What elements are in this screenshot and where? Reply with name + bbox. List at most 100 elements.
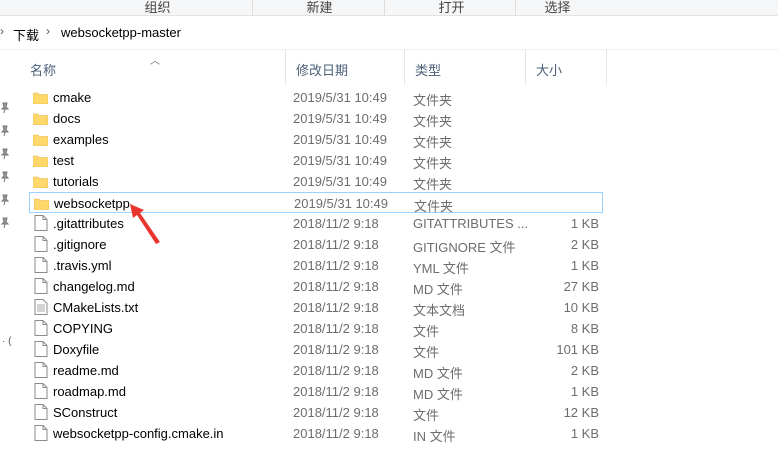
file-name[interactable]: websocketpp-config.cmake.in <box>53 426 224 441</box>
folder-icon <box>33 155 48 167</box>
file-row-changelog-md[interactable]: changelog.md 2018/11/2 9:18 MD 文件 27 KB <box>29 276 603 297</box>
file-type: 文件夹 <box>413 93 453 108</box>
file-name[interactable]: COPYING <box>53 321 113 336</box>
chevron-right-icon[interactable]: › <box>46 24 50 38</box>
column-header-type[interactable]: 类型 <box>405 50 526 85</box>
file-modified-date: 2018/11/2 9:18 <box>293 363 379 378</box>
file-name[interactable]: test <box>53 153 74 168</box>
file-row-sconstruct[interactable]: SConstruct 2018/11/2 9:18 文件 12 KB <box>29 402 603 423</box>
file-name[interactable]: tutorials <box>53 174 99 189</box>
column-header-row: 名称 修改日期 类型 大小 <box>0 50 778 85</box>
text-document-icon <box>34 299 48 315</box>
file-row-websocketpp-config-cmake-in[interactable]: websocketpp-config.cmake.in 2018/11/2 9:1… <box>29 423 603 444</box>
file-modified-date: 2019/5/31 10:49 <box>294 196 388 211</box>
nav-item-fragment-icon: · ( <box>2 336 12 347</box>
file-size: 10 KB <box>563 300 599 315</box>
file-name[interactable]: .travis.yml <box>53 258 112 273</box>
file-icon <box>34 362 48 378</box>
file-type: MD 文件 <box>413 366 463 381</box>
pin-icon[interactable] <box>0 125 10 137</box>
ribbon-group-open[interactable]: 打开 <box>424 0 479 15</box>
file-name[interactable]: .gitattributes <box>53 216 124 231</box>
file-type: 文件 <box>413 324 440 339</box>
file-modified-date: 2018/11/2 9:18 <box>293 405 379 420</box>
file-name[interactable]: changelog.md <box>53 279 135 294</box>
ribbon-divider <box>252 0 253 15</box>
file-modified-date: 2018/11/2 9:18 <box>293 426 379 441</box>
column-header-size[interactable]: 大小 <box>526 50 607 85</box>
file-icon <box>34 425 48 441</box>
file-row-test[interactable]: test 2019/5/31 10:49 文件夹 <box>29 150 603 171</box>
pin-icon[interactable] <box>0 171 10 183</box>
folder-icon <box>33 92 48 104</box>
file-modified-date: 2019/5/31 10:49 <box>293 90 387 105</box>
file-modified-date: 2019/5/31 10:49 <box>293 174 387 189</box>
file-name[interactable]: readme.md <box>53 363 119 378</box>
breadcrumb-downloads[interactable]: 下载 <box>13 25 39 44</box>
file-row-travis-yml[interactable]: .travis.yml 2018/11/2 9:18 YML 文件 1 KB <box>29 255 603 276</box>
file-size: 12 KB <box>563 405 599 420</box>
pin-icon[interactable] <box>0 217 10 229</box>
file-row-readme-md[interactable]: readme.md 2018/11/2 9:18 MD 文件 2 KB <box>29 360 603 381</box>
file-type: 文件夹 <box>413 177 453 192</box>
file-row-docs[interactable]: docs 2019/5/31 10:49 文件夹 <box>29 108 603 129</box>
file-name[interactable]: roadmap.md <box>53 384 126 399</box>
breadcrumb-current-folder[interactable]: websocketpp-master <box>61 25 181 40</box>
file-row-gitignore[interactable]: .gitignore 2018/11/2 9:18 GITIGNORE 文件 2 KB <box>29 234 603 255</box>
file-type: GITATTRIBUTES ... <box>413 216 529 231</box>
file-icon <box>34 320 48 336</box>
pin-icon[interactable] <box>0 194 10 206</box>
file-name[interactable]: examples <box>53 132 109 147</box>
column-header-name-label: 名称 <box>30 63 57 78</box>
file-type: 文件夹 <box>413 114 453 129</box>
file-modified-date: 2018/11/2 9:18 <box>293 279 379 294</box>
pin-icon[interactable] <box>0 148 10 160</box>
file-modified-date: 2019/5/31 10:49 <box>293 153 387 168</box>
file-row-examples[interactable]: examples 2019/5/31 10:49 文件夹 <box>29 129 603 150</box>
file-row-cmake[interactable]: cmake 2019/5/31 10:49 文件夹 <box>29 87 603 108</box>
folder-icon <box>33 134 48 146</box>
file-row-websocketpp[interactable]: websocketpp 2019/5/31 10:49 文件夹 <box>29 192 603 214</box>
file-row-roadmap-md[interactable]: roadmap.md 2018/11/2 9:18 MD 文件 1 KB <box>29 381 603 402</box>
folder-icon <box>33 176 48 188</box>
file-size: 1 KB <box>570 426 599 441</box>
file-type: 文件夹 <box>413 156 453 171</box>
file-size: 1 KB <box>570 216 599 231</box>
pin-icon[interactable] <box>0 102 10 114</box>
file-size: 2 KB <box>570 363 599 378</box>
breadcrumb[interactable]: › 下载 › websocketpp-master <box>0 16 778 50</box>
file-modified-date: 2018/11/2 9:18 <box>293 216 379 231</box>
ribbon-group-new[interactable]: 新建 <box>292 0 347 15</box>
file-row-cmakelists-txt[interactable]: CMakeLists.txt 2018/11/2 9:18 文本文档 10 KB <box>29 297 603 318</box>
file-row-copying[interactable]: COPYING 2018/11/2 9:18 文件 8 KB <box>29 318 603 339</box>
navigation-pane[interactable]: · ( <box>0 50 20 474</box>
column-header-date-label: 修改日期 <box>296 63 349 78</box>
ribbon-divider <box>384 0 385 15</box>
ribbon-group-select[interactable]: 选择 <box>530 0 585 15</box>
file-row-gitattributes[interactable]: .gitattributes 2018/11/2 9:18 GITATTRIBUTE… <box>29 213 603 234</box>
file-size: 27 KB <box>563 279 599 294</box>
file-row-doxyfile[interactable]: Doxyfile 2018/11/2 9:18 文件 101 KB <box>29 339 603 360</box>
file-name[interactable]: SConstruct <box>53 405 117 420</box>
file-modified-date: 2018/11/2 9:18 <box>293 384 379 399</box>
file-name[interactable]: .gitignore <box>53 237 106 252</box>
file-type: 文件夹 <box>413 135 453 150</box>
file-modified-date: 2018/11/2 9:18 <box>293 300 379 315</box>
file-name[interactable]: docs <box>53 111 80 126</box>
file-type: MD 文件 <box>413 387 463 402</box>
file-type: GITIGNORE 文件 <box>413 240 516 255</box>
file-size: 1 KB <box>570 258 599 273</box>
file-modified-date: 2019/5/31 10:49 <box>293 132 387 147</box>
file-name[interactable]: CMakeLists.txt <box>53 300 138 315</box>
column-header-size-label: 大小 <box>536 63 563 78</box>
sort-ascending-icon: ︿ <box>150 56 160 67</box>
file-name[interactable]: websocketpp <box>54 196 130 211</box>
file-name[interactable]: Doxyfile <box>53 342 99 357</box>
ribbon-group-organize[interactable]: 组织 <box>130 0 185 15</box>
column-header-date[interactable]: 修改日期 <box>286 50 405 85</box>
chevron-right-icon[interactable]: › <box>0 24 4 38</box>
file-icon <box>34 341 48 357</box>
file-row-tutorials[interactable]: tutorials 2019/5/31 10:49 文件夹 <box>29 171 603 192</box>
file-name[interactable]: cmake <box>53 90 91 105</box>
red-arrow-annotation-icon <box>130 204 160 244</box>
